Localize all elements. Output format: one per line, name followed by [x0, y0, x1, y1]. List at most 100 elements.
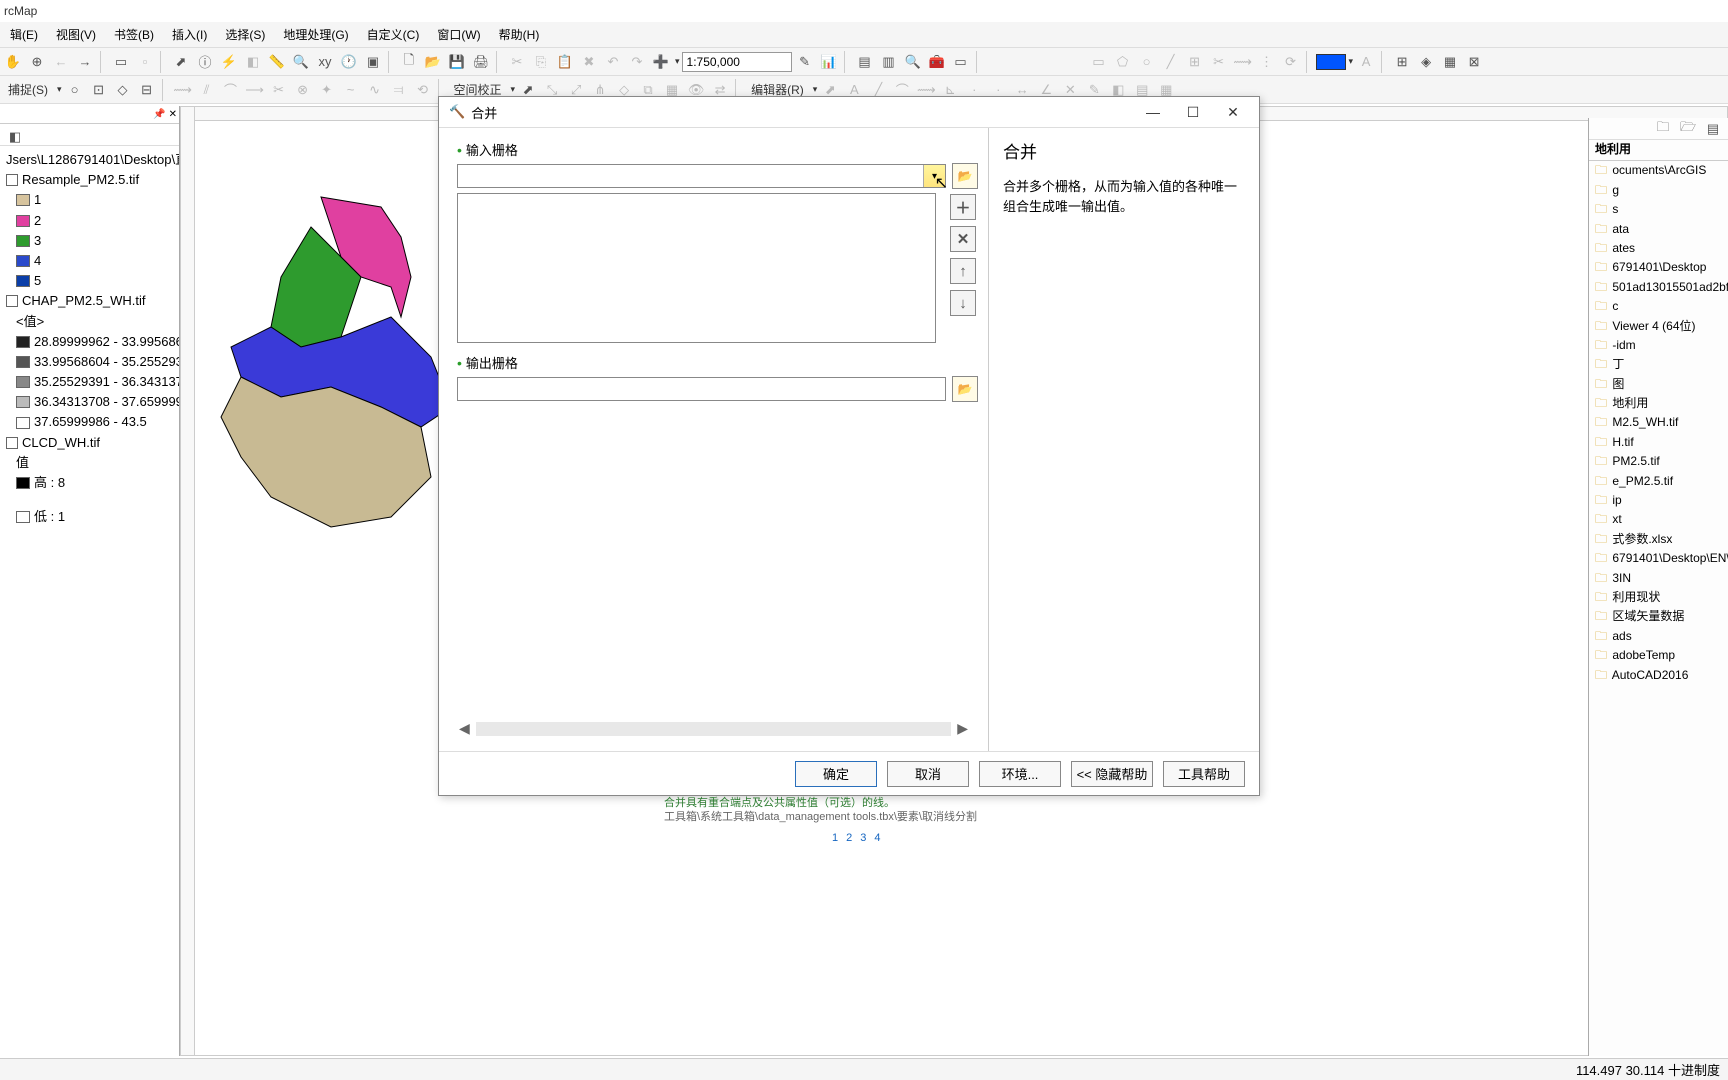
cut-icon[interactable]: ✂ — [506, 51, 528, 73]
select-icon[interactable]: ▭ — [110, 51, 132, 73]
toc-range-5[interactable]: 37.65999986 - 43.5 — [2, 412, 177, 432]
chevron-down-icon[interactable]: ▾ — [1349, 56, 1354, 67]
chevron-down-icon[interactable]: ▾ — [57, 84, 62, 95]
chevron-down-icon[interactable]: ▾ — [511, 84, 516, 95]
split-icon[interactable]: ✂ — [1208, 51, 1230, 73]
catalog-item[interactable]: 🗀 利用现状 — [1589, 588, 1728, 607]
toc-group[interactable]: Jsers\L1286791401\Desktop\直 — [2, 150, 177, 170]
trim-icon[interactable]: ✂ — [268, 79, 290, 101]
catalog-item[interactable]: 🗀 ip — [1589, 491, 1728, 510]
georef-icon[interactable]: ⊞ — [1391, 51, 1413, 73]
maximize-icon[interactable]: ☐ — [1173, 101, 1213, 123]
pin-icon[interactable]: 📌 — [153, 109, 165, 120]
snap-edge-icon[interactable]: ⊟ — [136, 79, 158, 101]
close-icon[interactable]: ✕ — [1213, 101, 1253, 123]
save-icon[interactable]: 💾 — [446, 51, 468, 73]
find-icon[interactable]: 🔍 — [290, 51, 312, 73]
viewer-icon[interactable]: ▣ — [362, 51, 384, 73]
catalog-item[interactable]: 🗀 PM2.5.tif — [1589, 452, 1728, 471]
cancel-button[interactable]: 取消 — [887, 761, 969, 787]
draw-line-icon[interactable]: ╱ — [1160, 51, 1182, 73]
catalog-item[interactable]: 🗀 区域矢量数据 — [1589, 607, 1728, 626]
move-up-button[interactable]: ↑ — [950, 258, 976, 284]
catalog-item[interactable]: 🗀 adobeTemp — [1589, 646, 1728, 665]
print-icon[interactable]: 🖨 — [470, 51, 492, 73]
page-3[interactable]: 3 — [860, 832, 866, 844]
replace-icon[interactable]: ⟲ — [412, 79, 434, 101]
python-icon[interactable]: ▭ — [950, 51, 972, 73]
move-down-button[interactable]: ↓ — [950, 290, 976, 316]
dialog-titlebar[interactable]: 🔨 合并 — ☐ ✕ — [439, 97, 1259, 127]
browse-output-button[interactable]: 📂 — [952, 376, 978, 402]
catalog-item[interactable]: 🗀 式参数.xlsx — [1589, 530, 1728, 549]
scroll-left-icon[interactable]: ◀ — [459, 720, 470, 737]
catalog-item[interactable]: 🗀 ates — [1589, 239, 1728, 258]
add-data-icon[interactable]: ➕ — [650, 51, 672, 73]
snap-vertex-icon[interactable]: ◇ — [112, 79, 134, 101]
table-icon[interactable]: ▦ — [1439, 51, 1461, 73]
edit-vertices-icon[interactable]: ⋮ — [1256, 51, 1278, 73]
catalog-item[interactable]: 🗀 501ad13015501ad2bf — [1589, 278, 1728, 297]
scroll-track[interactable] — [476, 722, 951, 736]
fill-color-swatch[interactable] — [1316, 54, 1346, 70]
minimize-icon[interactable]: — — [1133, 101, 1173, 123]
layer-icon[interactable]: ◈ — [1415, 51, 1437, 73]
paste-icon[interactable]: 📋 — [554, 51, 576, 73]
toc-class-2[interactable]: 2 — [2, 211, 177, 231]
intersect-icon[interactable]: ⊗ — [292, 79, 314, 101]
identify-icon[interactable]: ⓘ — [194, 51, 216, 73]
measure-icon[interactable]: 📏 — [266, 51, 288, 73]
menu-window[interactable]: 窗口(W) — [429, 23, 488, 46]
catalog-item[interactable]: 🗀 ads — [1589, 627, 1728, 646]
scroll-right-icon[interactable]: ▶ — [957, 720, 968, 737]
extend-icon[interactable]: ⟶ — [244, 79, 266, 101]
pan-icon[interactable]: ✋ — [2, 51, 24, 73]
chevron-down-icon[interactable]: ▾ — [813, 84, 818, 95]
redo-icon[interactable]: ↷ — [626, 51, 648, 73]
tool-help-button[interactable]: 工具帮助 — [1163, 761, 1245, 787]
new-icon[interactable]: 🗋 — [398, 51, 420, 73]
copy-icon[interactable]: ⎘ — [530, 51, 552, 73]
menu-insert[interactable]: 插入(I) — [164, 23, 215, 46]
explode-icon[interactable]: ✦ — [316, 79, 338, 101]
xy-icon[interactable]: xy — [314, 51, 336, 73]
catalog-item[interactable]: 🗀 xt — [1589, 510, 1728, 529]
close-icon[interactable]: ✕ — [169, 109, 177, 120]
chevron-down-icon[interactable]: ▾ — [675, 56, 680, 67]
draw-rect-icon[interactable]: ▭ — [1088, 51, 1110, 73]
catalog-item[interactable]: 🗀 6791401\Desktop\EN\ — [1589, 549, 1728, 568]
toc-range-2[interactable]: 33.99568604 - 35.2552939 — [2, 352, 177, 372]
ok-button[interactable]: 确定 — [795, 761, 877, 787]
reshape-icon[interactable]: ⟿ — [1232, 51, 1254, 73]
scale-combo[interactable]: 1:750,000 — [682, 52, 792, 72]
input-raster-list[interactable] — [457, 193, 936, 343]
catalog-item[interactable]: 🗀 M2.5_WH.tif — [1589, 413, 1728, 432]
editor-toolbar-icon[interactable]: ✎ — [794, 51, 816, 73]
input-raster-combo[interactable]: ▾↖ — [457, 164, 946, 188]
draw-circle-icon[interactable]: ○ — [1136, 51, 1158, 73]
chart-icon[interactable]: 📊 — [818, 51, 840, 73]
catalog-item[interactable]: 🗀 s — [1589, 200, 1728, 219]
cat-toggle-icon[interactable]: ▤ — [1702, 118, 1724, 140]
snap-end-icon[interactable]: ⊡ — [88, 79, 110, 101]
page-2[interactable]: 2 — [846, 832, 852, 844]
menu-help[interactable]: 帮助(H) — [491, 23, 548, 46]
menu-bookmark[interactable]: 书签(B) — [106, 23, 162, 46]
fillet-icon[interactable]: ⌒ — [220, 79, 242, 101]
chevron-down-icon[interactable]: ▾↖ — [923, 165, 945, 187]
cat-up-icon[interactable]: 🗀 — [1652, 118, 1674, 140]
hyperlink-icon[interactable]: ⚡ — [218, 51, 240, 73]
output-raster-input[interactable] — [457, 377, 946, 401]
open-icon[interactable]: 📂 — [422, 51, 444, 73]
pointer-icon[interactable]: ⬈ — [170, 51, 192, 73]
rotate-icon[interactable]: ⟳ — [1280, 51, 1302, 73]
prev-extent-icon[interactable]: ← — [50, 51, 72, 73]
catalog-item[interactable]: 🗀 图 — [1589, 375, 1728, 394]
toc-range-4[interactable]: 36.34313708 - 37.65999985 — [2, 392, 177, 412]
catalog-item[interactable]: 🗀 c — [1589, 297, 1728, 316]
toc-class-1[interactable]: 1 — [2, 190, 177, 210]
align-icon[interactable]: ⫤ — [388, 79, 410, 101]
catalog-item[interactable]: 🗀 ocuments\ArcGIS — [1589, 161, 1728, 180]
catalog-item[interactable]: 🗀 丁 — [1589, 355, 1728, 374]
draw-poly-icon[interactable]: ⬠ — [1112, 51, 1134, 73]
